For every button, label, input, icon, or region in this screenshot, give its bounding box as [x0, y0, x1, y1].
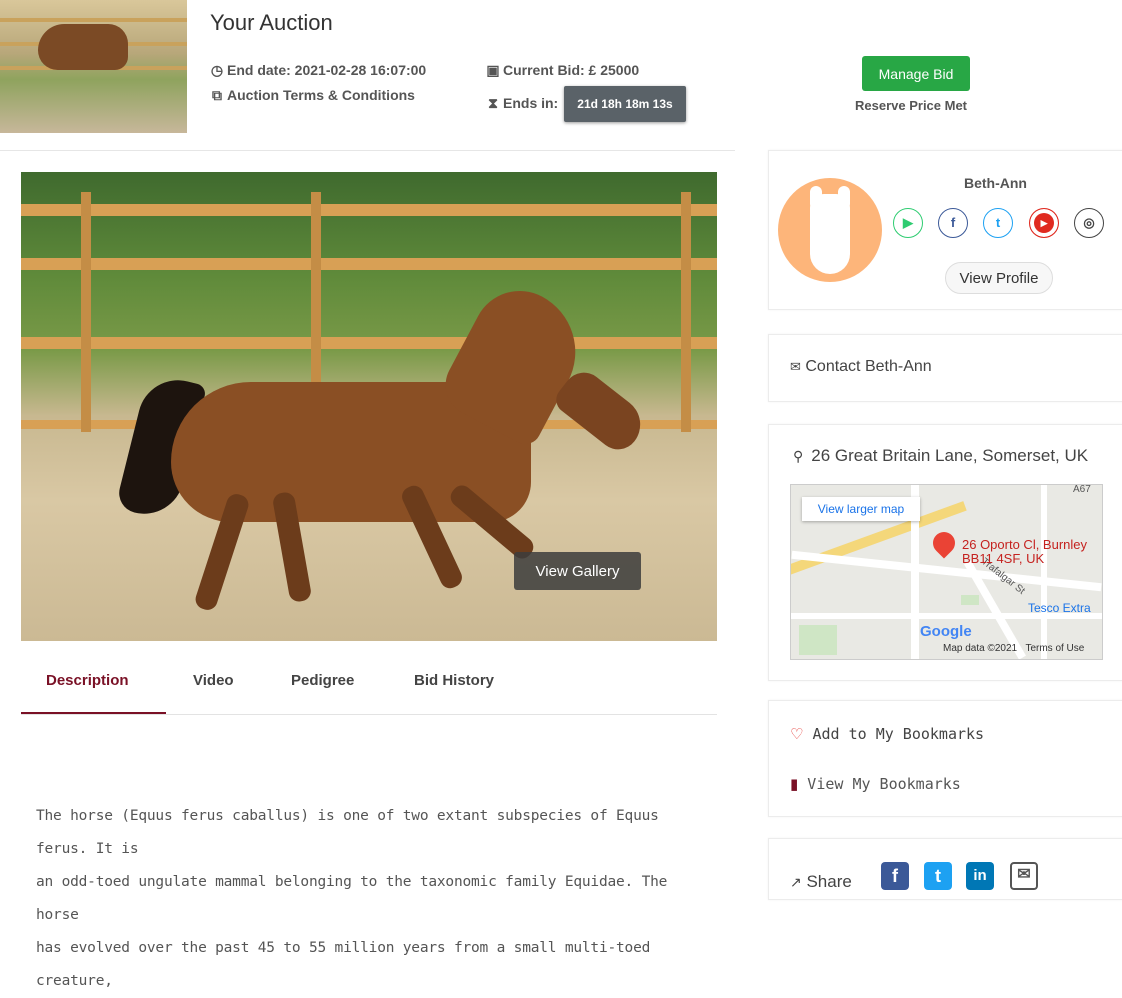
view-larger-map-link[interactable]: View larger map — [802, 497, 920, 521]
share-icon: ↗ — [790, 874, 802, 890]
money-icon: ▣ — [486, 62, 500, 78]
tab-video[interactable]: Video — [193, 672, 234, 689]
description-line: an odd-toed ungulate mammal belonging to… — [36, 874, 668, 923]
contact-link[interactable]: ✉ Contact Beth-Ann — [790, 358, 932, 376]
countdown-timer: 21d 18h 18m 13s — [564, 86, 686, 122]
tab-bid-history[interactable]: Bid History — [414, 672, 494, 689]
twitter-share-icon[interactable]: t — [924, 862, 952, 890]
reserve-status: Reserve Price Met — [855, 98, 968, 113]
description-line: has evolved over the past 45 to 55 milli… — [36, 940, 651, 989]
linkedin-share-icon[interactable]: in — [966, 862, 994, 890]
description-text: The horse (Equus ferus caballus) is one … — [36, 800, 716, 998]
view-profile-button[interactable]: View Profile — [945, 262, 1053, 294]
add-bookmark-link[interactable]: ♡ Add to My Bookmarks — [790, 725, 984, 743]
copy-icon: ⧉ — [212, 87, 222, 103]
view-bookmarks-link[interactable]: ▮ View My Bookmarks — [790, 775, 961, 793]
active-tab-indicator — [21, 712, 166, 714]
tab-pedigree[interactable]: Pedigree — [291, 672, 354, 689]
description-line: The horse (Equus ferus caballus) is one … — [36, 808, 659, 857]
twitter-icon[interactable]: t — [983, 208, 1013, 238]
bookmarks-card — [768, 700, 1122, 817]
tabs-divider — [21, 714, 717, 715]
view-gallery-button[interactable]: View Gallery — [514, 552, 641, 590]
map-terms-link[interactable]: Terms of Use — [1025, 643, 1084, 654]
clock-icon: ◷ — [210, 62, 224, 78]
map-pin-icon: ⚲ — [793, 448, 804, 464]
end-date: ◷ End date: 2021-02-28 16:07:00 — [210, 62, 427, 78]
terms-link[interactable]: ⧉ Auction Terms & Conditions — [210, 87, 415, 104]
current-bid: ▣ Current Bid: £ 25000 — [486, 62, 640, 78]
share-label: ↗ Share — [790, 872, 852, 891]
youtube-icon[interactable]: ▸ — [1029, 208, 1059, 238]
map-road-label-a67: A67 — [1073, 484, 1091, 495]
map-poi-label: Tesco Extra — [1028, 601, 1091, 615]
ends-in-label: ⧗ Ends in: — [486, 95, 558, 112]
envelope-icon: ✉ — [790, 359, 801, 374]
map-pin-label: 26 Oporto Cl, Burnley BB11 4SF, UK — [962, 537, 1088, 566]
google-logo: Google — [920, 623, 972, 640]
auction-thumbnail — [0, 0, 187, 133]
facebook-icon[interactable]: f — [938, 208, 968, 238]
bookmark-icon: ▮ — [790, 775, 799, 793]
location-address: ⚲ 26 Great Britain Lane, Somerset, UK — [793, 446, 1089, 465]
manage-bid-button[interactable]: Manage Bid — [862, 56, 970, 91]
seller-name: Beth-Ann — [964, 175, 1027, 191]
avatar — [778, 178, 882, 282]
email-share-icon[interactable]: ✉ — [1010, 862, 1038, 890]
hourglass-icon: ⧗ — [488, 95, 498, 111]
page-title: Your Auction — [210, 10, 333, 35]
play-icon[interactable]: ▶ — [893, 208, 923, 238]
facebook-share-icon[interactable]: f — [881, 862, 909, 890]
header-divider — [0, 150, 735, 151]
tab-description[interactable]: Description — [46, 672, 129, 689]
heart-icon: ♡ — [790, 725, 804, 743]
map-attribution: Map data ©2021 Terms of Use — [943, 643, 1085, 654]
instagram-icon[interactable]: ◎ — [1074, 208, 1104, 238]
